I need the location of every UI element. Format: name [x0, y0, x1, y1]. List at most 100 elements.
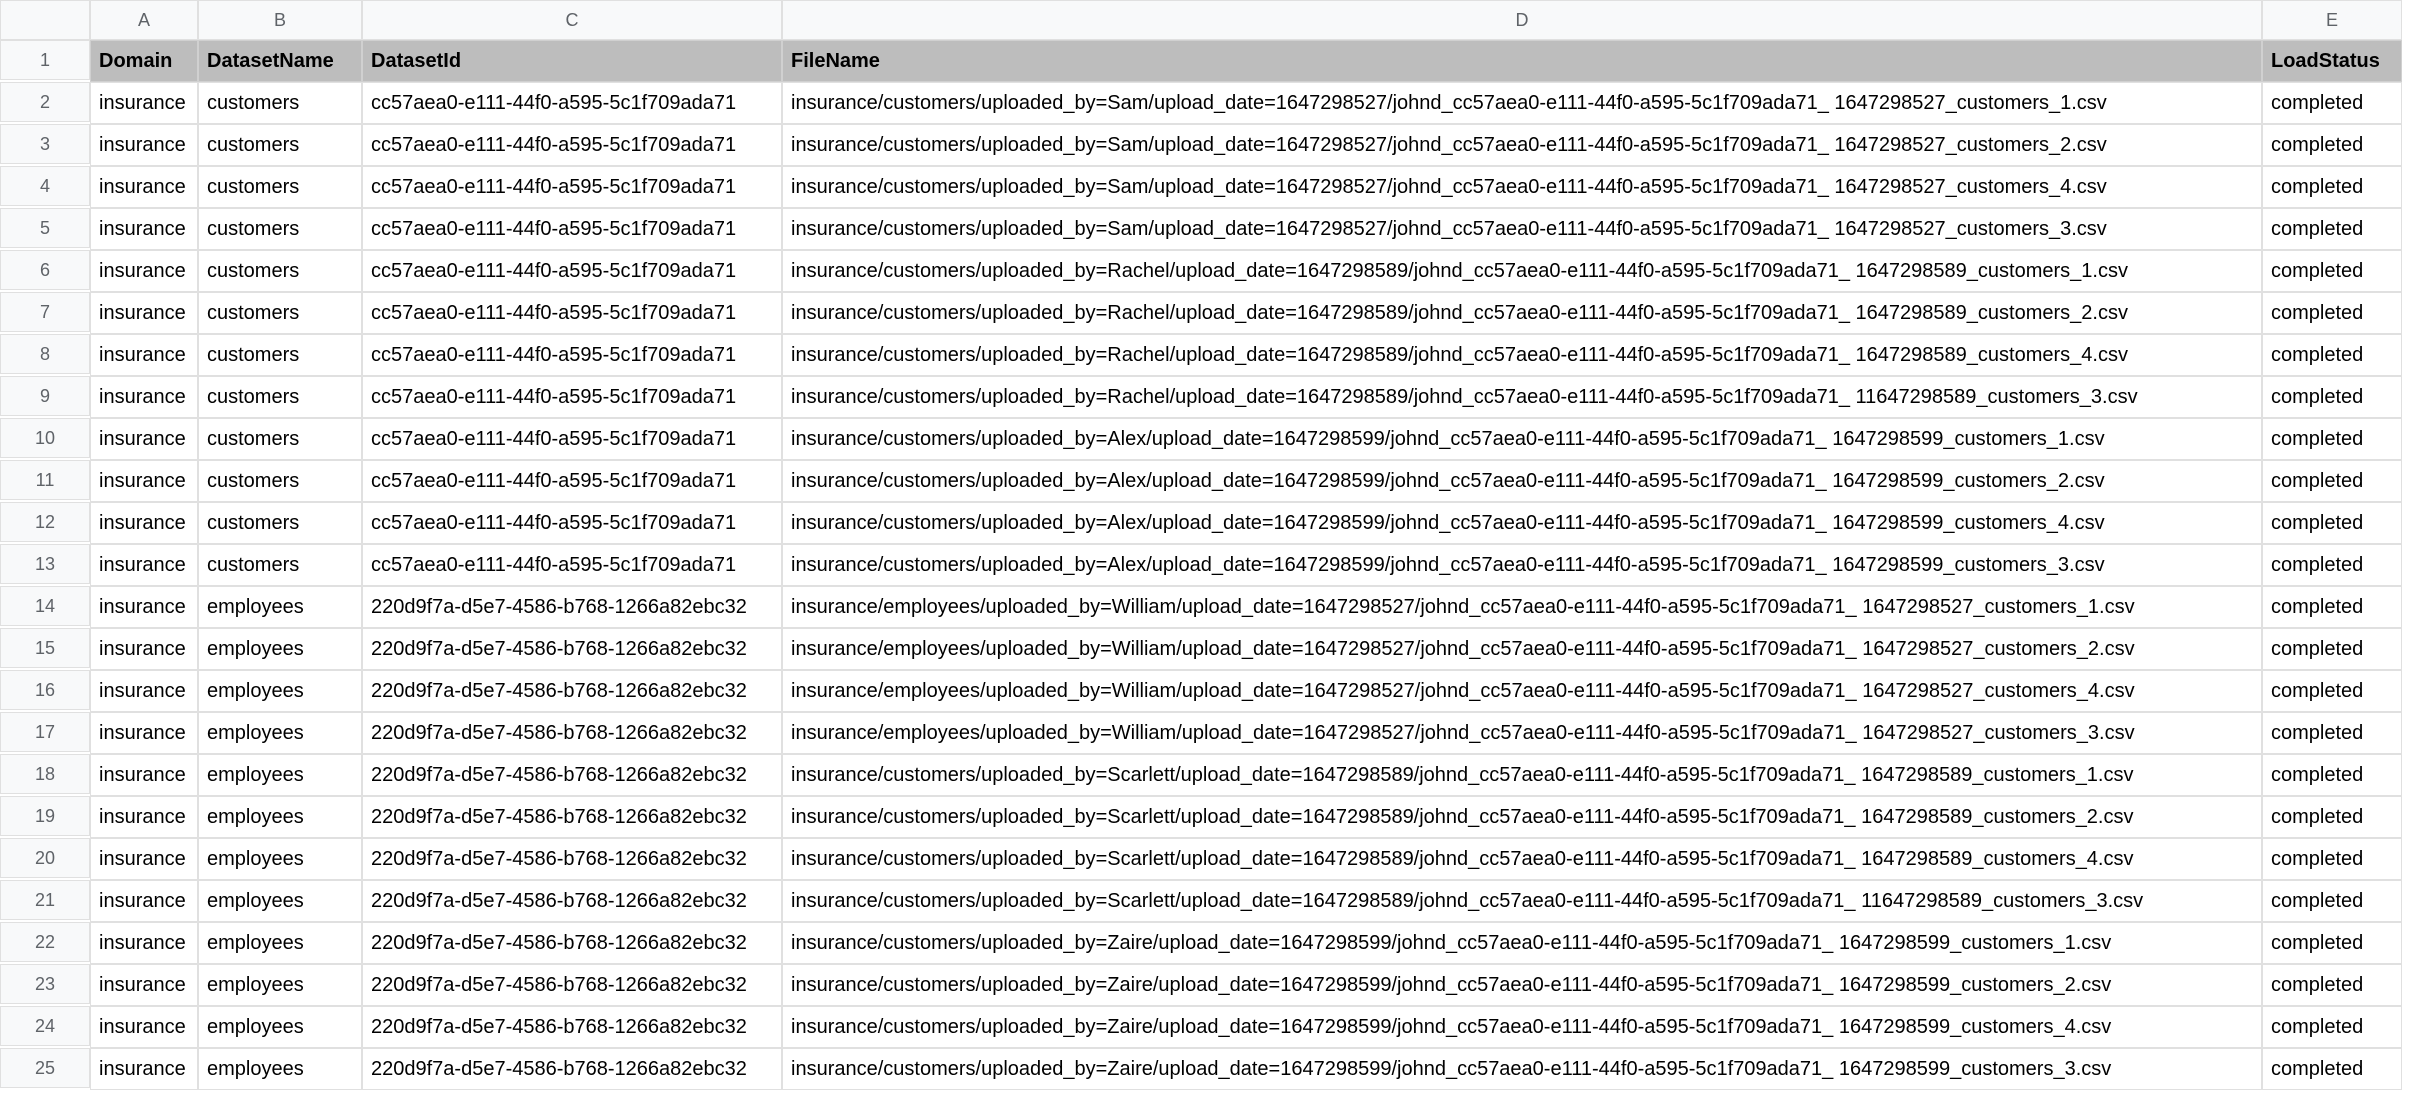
cell-E2[interactable]: completed [2262, 82, 2402, 124]
cell-C12[interactable]: cc57aea0-e111-44f0-a595-5c1f709ada71 [362, 502, 782, 544]
cell-D7[interactable]: insurance/customers/uploaded_by=Rachel/u… [782, 292, 2262, 334]
header-cell-D[interactable]: FileName [782, 40, 2262, 82]
cell-D19[interactable]: insurance/customers/uploaded_by=Scarlett… [782, 796, 2262, 838]
cell-D21[interactable]: insurance/customers/uploaded_by=Scarlett… [782, 880, 2262, 922]
cell-A4[interactable]: insurance [90, 166, 198, 208]
row-header-24[interactable]: 24 [0, 1006, 90, 1046]
row-header-10[interactable]: 10 [0, 418, 90, 458]
cell-E21[interactable]: completed [2262, 880, 2402, 922]
row-header-18[interactable]: 18 [0, 754, 90, 794]
cell-B19[interactable]: employees [198, 796, 362, 838]
cell-B10[interactable]: customers [198, 418, 362, 460]
cell-A24[interactable]: insurance [90, 1006, 198, 1048]
row-header-23[interactable]: 23 [0, 964, 90, 1004]
row-header-9[interactable]: 9 [0, 376, 90, 416]
cell-D23[interactable]: insurance/customers/uploaded_by=Zaire/up… [782, 964, 2262, 1006]
cell-B17[interactable]: employees [198, 712, 362, 754]
cell-A22[interactable]: insurance [90, 922, 198, 964]
header-cell-A[interactable]: Domain [90, 40, 198, 82]
cell-E24[interactable]: completed [2262, 1006, 2402, 1048]
cell-E22[interactable]: completed [2262, 922, 2402, 964]
cell-C3[interactable]: cc57aea0-e111-44f0-a595-5c1f709ada71 [362, 124, 782, 166]
row-header-15[interactable]: 15 [0, 628, 90, 668]
cell-D8[interactable]: insurance/customers/uploaded_by=Rachel/u… [782, 334, 2262, 376]
cell-A19[interactable]: insurance [90, 796, 198, 838]
row-header-12[interactable]: 12 [0, 502, 90, 542]
cell-D22[interactable]: insurance/customers/uploaded_by=Zaire/up… [782, 922, 2262, 964]
header-cell-B[interactable]: DatasetName [198, 40, 362, 82]
cell-B4[interactable]: customers [198, 166, 362, 208]
cell-E14[interactable]: completed [2262, 586, 2402, 628]
cell-B14[interactable]: employees [198, 586, 362, 628]
column-header-D[interactable]: D [782, 0, 2262, 40]
cell-D14[interactable]: insurance/employees/uploaded_by=William/… [782, 586, 2262, 628]
cell-E11[interactable]: completed [2262, 460, 2402, 502]
row-header-3[interactable]: 3 [0, 124, 90, 164]
cell-D17[interactable]: insurance/employees/uploaded_by=William/… [782, 712, 2262, 754]
row-header-25[interactable]: 25 [0, 1048, 90, 1088]
header-cell-C[interactable]: DatasetId [362, 40, 782, 82]
cell-C23[interactable]: 220d9f7a-d5e7-4586-b768-1266a82ebc32 [362, 964, 782, 1006]
cell-B9[interactable]: customers [198, 376, 362, 418]
cell-D20[interactable]: insurance/customers/uploaded_by=Scarlett… [782, 838, 2262, 880]
cell-E5[interactable]: completed [2262, 208, 2402, 250]
row-header-17[interactable]: 17 [0, 712, 90, 752]
cell-D16[interactable]: insurance/employees/uploaded_by=William/… [782, 670, 2262, 712]
cell-D15[interactable]: insurance/employees/uploaded_by=William/… [782, 628, 2262, 670]
cell-D11[interactable]: insurance/customers/uploaded_by=Alex/upl… [782, 460, 2262, 502]
column-header-E[interactable]: E [2262, 0, 2402, 40]
row-header-8[interactable]: 8 [0, 334, 90, 374]
row-header-19[interactable]: 19 [0, 796, 90, 836]
cell-B12[interactable]: customers [198, 502, 362, 544]
cell-B16[interactable]: employees [198, 670, 362, 712]
cell-D13[interactable]: insurance/customers/uploaded_by=Alex/upl… [782, 544, 2262, 586]
cell-D10[interactable]: insurance/customers/uploaded_by=Alex/upl… [782, 418, 2262, 460]
cell-B25[interactable]: employees [198, 1048, 362, 1090]
cell-E10[interactable]: completed [2262, 418, 2402, 460]
cell-E15[interactable]: completed [2262, 628, 2402, 670]
cell-E9[interactable]: completed [2262, 376, 2402, 418]
cell-E7[interactable]: completed [2262, 292, 2402, 334]
cell-E3[interactable]: completed [2262, 124, 2402, 166]
row-header-2[interactable]: 2 [0, 82, 90, 122]
cell-E18[interactable]: completed [2262, 754, 2402, 796]
cell-B15[interactable]: employees [198, 628, 362, 670]
cell-A2[interactable]: insurance [90, 82, 198, 124]
cell-C8[interactable]: cc57aea0-e111-44f0-a595-5c1f709ada71 [362, 334, 782, 376]
cell-C16[interactable]: 220d9f7a-d5e7-4586-b768-1266a82ebc32 [362, 670, 782, 712]
cell-C4[interactable]: cc57aea0-e111-44f0-a595-5c1f709ada71 [362, 166, 782, 208]
row-header-16[interactable]: 16 [0, 670, 90, 710]
cell-B2[interactable]: customers [198, 82, 362, 124]
cell-D9[interactable]: insurance/customers/uploaded_by=Rachel/u… [782, 376, 2262, 418]
cell-C2[interactable]: cc57aea0-e111-44f0-a595-5c1f709ada71 [362, 82, 782, 124]
row-header-4[interactable]: 4 [0, 166, 90, 206]
cell-D2[interactable]: insurance/customers/uploaded_by=Sam/uplo… [782, 82, 2262, 124]
row-header-14[interactable]: 14 [0, 586, 90, 626]
cell-B3[interactable]: customers [198, 124, 362, 166]
select-all-corner[interactable] [0, 0, 90, 40]
cell-B24[interactable]: employees [198, 1006, 362, 1048]
spreadsheet-grid[interactable]: ABCDE1DomainDatasetNameDatasetIdFileName… [0, 0, 2418, 1090]
cell-C11[interactable]: cc57aea0-e111-44f0-a595-5c1f709ada71 [362, 460, 782, 502]
cell-C21[interactable]: 220d9f7a-d5e7-4586-b768-1266a82ebc32 [362, 880, 782, 922]
row-header-13[interactable]: 13 [0, 544, 90, 584]
cell-A14[interactable]: insurance [90, 586, 198, 628]
row-header-20[interactable]: 20 [0, 838, 90, 878]
cell-C7[interactable]: cc57aea0-e111-44f0-a595-5c1f709ada71 [362, 292, 782, 334]
cell-C22[interactable]: 220d9f7a-d5e7-4586-b768-1266a82ebc32 [362, 922, 782, 964]
cell-B13[interactable]: customers [198, 544, 362, 586]
cell-C14[interactable]: 220d9f7a-d5e7-4586-b768-1266a82ebc32 [362, 586, 782, 628]
cell-A23[interactable]: insurance [90, 964, 198, 1006]
cell-A8[interactable]: insurance [90, 334, 198, 376]
cell-A10[interactable]: insurance [90, 418, 198, 460]
cell-B22[interactable]: employees [198, 922, 362, 964]
cell-C9[interactable]: cc57aea0-e111-44f0-a595-5c1f709ada71 [362, 376, 782, 418]
cell-E6[interactable]: completed [2262, 250, 2402, 292]
cell-E13[interactable]: completed [2262, 544, 2402, 586]
cell-D6[interactable]: insurance/customers/uploaded_by=Rachel/u… [782, 250, 2262, 292]
cell-B8[interactable]: customers [198, 334, 362, 376]
cell-C20[interactable]: 220d9f7a-d5e7-4586-b768-1266a82ebc32 [362, 838, 782, 880]
cell-B20[interactable]: employees [198, 838, 362, 880]
cell-C25[interactable]: 220d9f7a-d5e7-4586-b768-1266a82ebc32 [362, 1048, 782, 1090]
column-header-B[interactable]: B [198, 0, 362, 40]
